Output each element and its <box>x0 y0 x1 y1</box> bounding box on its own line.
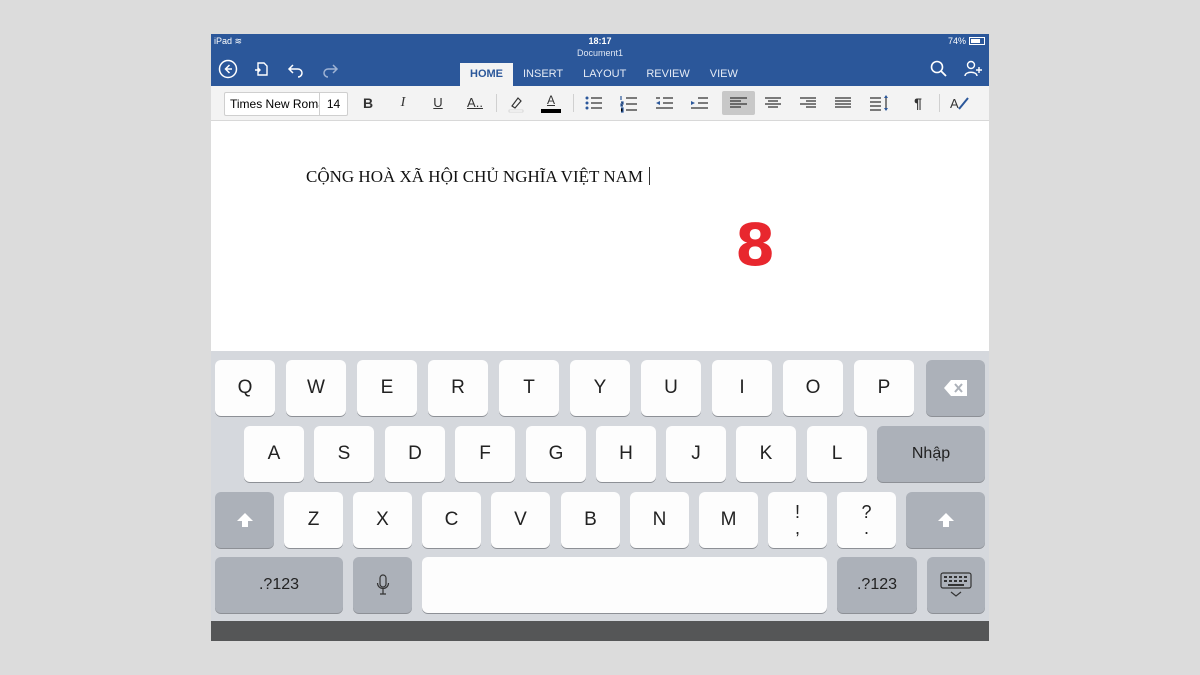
styles-icon[interactable]: A <box>947 91 973 115</box>
align-center-icon[interactable] <box>760 91 786 115</box>
underline-button[interactable]: U <box>425 91 451 115</box>
key-g[interactable]: G <box>526 426 586 482</box>
tab-layout[interactable]: LAYOUT <box>573 63 636 86</box>
key-d[interactable]: D <box>385 426 445 482</box>
key-f[interactable]: F <box>455 426 515 482</box>
step-number-label: 8 <box>735 211 776 279</box>
key-m[interactable]: M <box>699 492 758 548</box>
ipad-screen: iPad ≋ 18:17 Document1 74% HOME INSERT L… <box>211 34 989 641</box>
highlighter-icon <box>508 97 524 113</box>
numbers-key-right[interactable]: .?123 <box>837 557 917 613</box>
document-text: CỘNG HOÀ XÃ HỘI CHỦ NGHĨA VIỆT NAM <box>306 167 644 186</box>
document-canvas[interactable]: CỘNG HOÀ XÃ HỘI CHỦ NGHĨA VIỆT NAM 8 <box>211 121 989 351</box>
add-person-icon[interactable] <box>962 58 984 80</box>
document-text-line[interactable]: CỘNG HOÀ XÃ HỘI CHỦ NGHĨA VIỆT NAM <box>306 167 651 187</box>
key-b[interactable]: B <box>561 492 620 548</box>
key-r[interactable]: R <box>428 360 488 416</box>
highlight-button[interactable] <box>503 91 529 115</box>
enter-key[interactable]: Nhập <box>877 426 985 482</box>
key-t[interactable]: T <box>499 360 559 416</box>
tab-insert[interactable]: INSERT <box>513 63 573 86</box>
document-title: Document1 <box>576 48 624 58</box>
redo-icon[interactable] <box>319 58 341 80</box>
key-question-period[interactable]: ?. <box>837 492 896 548</box>
bullets-icon[interactable] <box>581 91 607 115</box>
battery-percent: 74% <box>947 36 966 46</box>
key-o[interactable]: O <box>783 360 843 416</box>
key-p[interactable]: P <box>854 360 914 416</box>
key-c[interactable]: C <box>422 492 481 548</box>
align-right-icon[interactable] <box>795 91 821 115</box>
key-n[interactable]: N <box>630 492 689 548</box>
bold-button[interactable]: B <box>355 91 381 115</box>
battery-icon <box>969 37 985 45</box>
paragraph-mark-button[interactable]: ¶ <box>905 91 931 115</box>
line-spacing-icon[interactable] <box>866 91 892 115</box>
ribbon-tabs: HOME INSERT LAYOUT REVIEW VIEW <box>460 63 748 86</box>
space-key[interactable] <box>422 557 827 613</box>
tab-review[interactable]: REVIEW <box>636 63 699 86</box>
shift-icon <box>236 513 253 527</box>
font-color-letter: A <box>546 93 555 107</box>
ribbon-divider <box>939 94 940 112</box>
font-effects-button[interactable]: A.. <box>460 91 490 115</box>
key-s[interactable]: S <box>314 426 374 482</box>
increase-indent-icon[interactable] <box>686 91 712 115</box>
font-color-swatch <box>541 109 561 113</box>
justify-icon[interactable] <box>830 91 856 115</box>
decrease-indent-icon[interactable] <box>651 91 677 115</box>
align-left-icon[interactable] <box>722 91 755 115</box>
keyboard-dismiss-icon <box>940 572 972 597</box>
key-e[interactable]: E <box>357 360 417 416</box>
shift-right-key[interactable] <box>906 492 985 548</box>
key-x[interactable]: X <box>353 492 412 548</box>
microphone-icon <box>376 574 389 595</box>
home-ribbon: Times New Roman 14 B I U A.. A ¶ A <box>211 86 989 121</box>
undo-icon[interactable] <box>285 58 307 80</box>
font-selector[interactable]: Times New Roman 14 <box>224 92 348 116</box>
onscreen-keyboard: Q W E R T Y U I O P A S D F G H J K L Nh… <box>211 351 989 621</box>
key-j[interactable]: J <box>666 426 726 482</box>
key-h[interactable]: H <box>596 426 656 482</box>
key-period-label: . <box>863 518 869 538</box>
key-l[interactable]: L <box>807 426 867 482</box>
key-q[interactable]: Q <box>215 360 275 416</box>
italic-button[interactable]: I <box>390 91 416 115</box>
key-u[interactable]: U <box>641 360 701 416</box>
back-circle-icon[interactable] <box>217 58 239 80</box>
key-k[interactable]: K <box>736 426 796 482</box>
ribbon-divider <box>496 94 497 112</box>
tab-view[interactable]: VIEW <box>700 63 748 86</box>
hide-keyboard-key[interactable] <box>927 557 985 613</box>
file-save-icon[interactable] <box>251 58 273 80</box>
dictation-key[interactable] <box>353 557 412 613</box>
key-exclaim-comma[interactable]: !, <box>768 492 827 548</box>
backspace-key[interactable] <box>926 360 985 416</box>
key-i[interactable]: I <box>712 360 772 416</box>
key-y[interactable]: Y <box>570 360 630 416</box>
status-battery: 74% <box>948 36 985 46</box>
key-z[interactable]: Z <box>284 492 343 548</box>
title-bar: iPad ≋ 18:17 Document1 74% HOME INSERT L… <box>211 34 989 86</box>
ribbon-divider <box>573 94 574 112</box>
font-size-field[interactable]: 14 <box>320 93 347 115</box>
numbers-key-left[interactable]: .?123 <box>215 557 343 613</box>
shift-left-key[interactable] <box>215 492 274 548</box>
search-icon[interactable] <box>928 58 950 80</box>
bottom-bar <box>211 621 989 641</box>
key-w[interactable]: W <box>286 360 346 416</box>
key-a[interactable]: A <box>244 426 304 482</box>
key-v[interactable]: V <box>491 492 550 548</box>
font-name-field[interactable]: Times New Roman <box>225 93 320 115</box>
svg-text:A: A <box>950 96 959 111</box>
backspace-icon <box>943 380 967 396</box>
text-cursor <box>649 167 651 185</box>
tab-home[interactable]: HOME <box>460 63 513 86</box>
font-color-button[interactable]: A <box>538 91 564 115</box>
shift-icon <box>937 513 954 527</box>
key-comma-label: , <box>794 518 800 538</box>
numbering-icon[interactable] <box>616 91 642 115</box>
status-time: 18:17 <box>588 36 612 46</box>
